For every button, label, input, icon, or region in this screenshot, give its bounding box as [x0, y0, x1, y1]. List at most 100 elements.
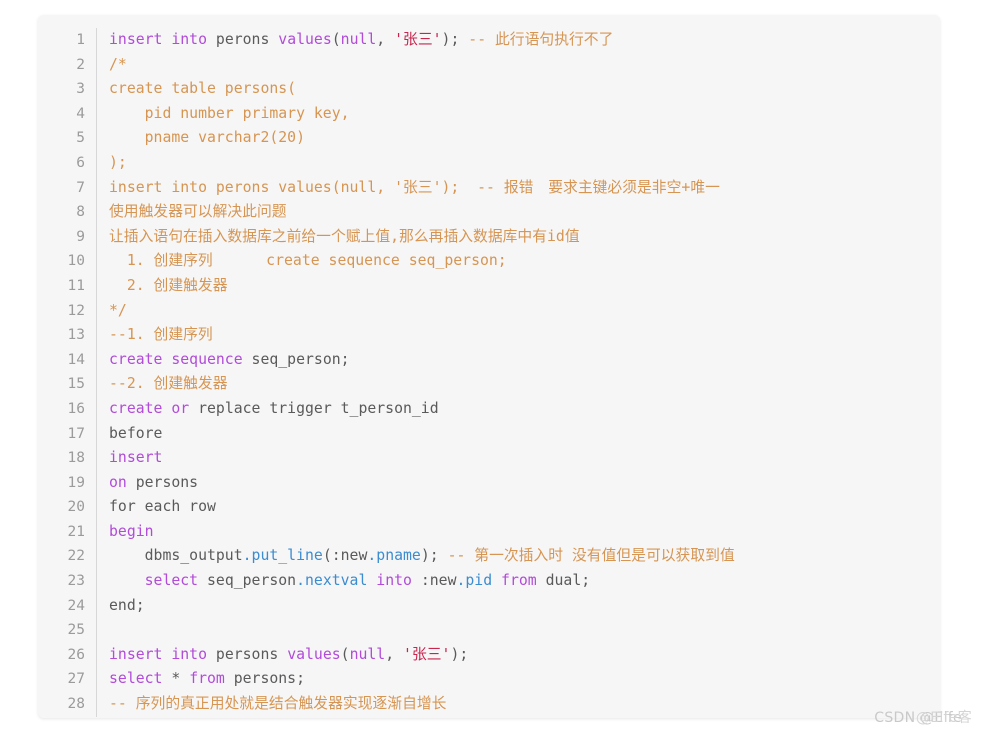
- code-line: 5 pname varchar2(20): [38, 126, 940, 151]
- code-line: 27 select * from persons;: [38, 667, 940, 693]
- line-number: 18: [38, 446, 97, 471]
- code-token-kw: insert: [109, 449, 163, 467]
- code-line: 22 dbms_output.put_line(:new.pname); -- …: [38, 544, 940, 570]
- code-line-text[interactable]: for each row: [97, 495, 940, 520]
- code-line-text[interactable]: dbms_output.put_line(:new.pname); -- 第一次…: [97, 544, 940, 569]
- code-line: 23 select seq_person.nextval into :new.p…: [38, 569, 940, 594]
- code-token-ident: dual: [536, 572, 582, 590]
- code-token-ident: replace trigger t_person_id: [189, 399, 439, 417]
- code-token-ident: persons: [224, 670, 297, 688]
- line-number: 23: [38, 569, 97, 594]
- code-token-ident: for each row: [109, 498, 216, 516]
- code-token-ident: before: [109, 424, 163, 442]
- code-token-kw: create or: [109, 399, 190, 417]
- code-line-text[interactable]: 使用触发器可以解决此问题: [97, 200, 940, 225]
- code-line: 11 2. 创建触发器: [38, 273, 940, 299]
- code-line: 20 for each row: [38, 495, 940, 520]
- line-number: 12: [38, 298, 97, 324]
- watermark-overlay-text: @Elfe客: [915, 710, 972, 726]
- line-number: 25: [38, 618, 97, 643]
- code-line-text[interactable]: insert: [97, 446, 940, 471]
- line-number: 17: [38, 421, 97, 447]
- code-token-punc: );: [420, 547, 448, 565]
- line-number: 7: [38, 175, 97, 201]
- code-line: 28 -- 序列的真正用处就是结合触发器实现逐渐自增长: [38, 692, 940, 717]
- code-token-cmt: -- 此行语句执行不了: [468, 31, 614, 48]
- code-token-cmt: create table persons(: [109, 80, 297, 98]
- code-token-cmt: 2. 创建触发器: [109, 276, 228, 294]
- code-line-text[interactable]: create table persons(: [97, 77, 940, 102]
- code-line-text[interactable]: pid number primary key,: [97, 102, 940, 127]
- code-line-text[interactable]: select seq_person.nextval into :new.pid …: [97, 569, 940, 594]
- code-line-text[interactable]: begin: [97, 520, 940, 545]
- code-line-text[interactable]: insert into persons values(null, '张三');: [97, 643, 940, 668]
- code-line-text[interactable]: 2. 创建触发器: [97, 274, 940, 299]
- code-line-text[interactable]: end;: [97, 594, 940, 619]
- code-line-text[interactable]: 让插入语句在插入数据库之前给一个赋上值,那么再插入数据库中有id值: [97, 225, 940, 250]
- code-line-text[interactable]: -- 序列的真正用处就是结合触发器实现逐渐自增长: [97, 692, 940, 717]
- code-token-cmt: --1. 创建序列: [109, 326, 213, 344]
- code-token-punc: (: [340, 645, 350, 663]
- code-token-cmt: */: [109, 301, 127, 319]
- code-line-text[interactable]: create or replace trigger t_person_id: [97, 397, 940, 422]
- line-number: 15: [38, 372, 97, 397]
- line-number: 5: [38, 126, 97, 151]
- code-line: 21 begin: [38, 519, 940, 545]
- code-line-text[interactable]: create sequence seq_person;: [97, 348, 940, 373]
- code-token-kw: values: [287, 645, 341, 663]
- code-line-text[interactable]: /*: [97, 53, 940, 78]
- code-token-kw: insert into: [109, 645, 207, 663]
- code-token-ident: persons: [207, 645, 288, 663]
- code-token-kw: select: [109, 670, 163, 688]
- code-token-kw: null: [340, 31, 377, 48]
- code-line: 3 create table persons(: [38, 77, 940, 102]
- code-token-punc: [367, 572, 376, 589]
- line-number: 1: [38, 28, 97, 53]
- code-token-ident: seq_person: [198, 572, 297, 590]
- code-token-punc: ,: [385, 645, 404, 663]
- code-token-cmt: --2. 创建触发器: [109, 375, 228, 393]
- code-block: 1 insert into perons values(null, '张三'); …: [38, 15, 940, 718]
- code-line: 7 insert into perons values(null, '张三'); …: [38, 175, 940, 201]
- code-line: 1 insert into perons values(null, '张三'); …: [38, 28, 940, 53]
- code-token-cmt: insert into perons values(null, '张三'); -…: [109, 178, 720, 196]
- code-line-text[interactable]: 1. 创建序列 create sequence seq_person;: [97, 249, 940, 274]
- line-number: 16: [38, 396, 97, 422]
- code-token-fn: .pname: [367, 547, 421, 565]
- line-number: 20: [38, 495, 97, 520]
- code-line-text[interactable]: --2. 创建触发器: [97, 372, 940, 397]
- code-line: 8 使用触发器可以解决此问题: [38, 200, 940, 225]
- code-line: 4 pid number primary key,: [38, 101, 940, 127]
- line-number: 4: [38, 101, 97, 127]
- code-token-cmt: pname varchar2(20): [109, 129, 305, 147]
- code-token-kw: create sequence: [109, 350, 243, 368]
- line-number: 28: [38, 692, 97, 717]
- code-line-text[interactable]: --1. 创建序列: [97, 323, 940, 348]
- code-token-cmt: pid number primary key,: [109, 104, 350, 122]
- line-number: 27: [38, 667, 97, 693]
- code-token-ident: end;: [109, 596, 145, 614]
- line-number: 14: [38, 347, 97, 373]
- code-token-fn: .pid: [456, 572, 493, 590]
- code-line-text[interactable]: */: [97, 299, 940, 324]
- code-line: 9 让插入语句在插入数据库之前给一个赋上值,那么再插入数据库中有id值: [38, 224, 940, 250]
- code-token-punc: (: [331, 31, 341, 48]
- code-line: 26 insert into persons values(null, '张三')…: [38, 642, 940, 668]
- code-line-text[interactable]: insert into perons values(null, '张三'); -…: [97, 176, 940, 201]
- code-token-punc: ;: [581, 572, 591, 590]
- code-line-text[interactable]: );: [97, 151, 940, 176]
- line-number: 22: [38, 544, 97, 570]
- page-root: 1 insert into perons values(null, '张三'); …: [0, 0, 981, 735]
- code-line: 10 1. 创建序列 create sequence seq_person;: [38, 249, 940, 274]
- code-line-text[interactable]: on persons: [97, 471, 940, 496]
- code-token-ident: dbms_output: [109, 547, 243, 565]
- line-number: 26: [38, 642, 97, 668]
- code-token-punc: ;: [296, 670, 306, 688]
- code-line-text[interactable]: insert into perons values(null, '张三'); -…: [97, 28, 940, 53]
- code-line-text[interactable]: select * from persons;: [97, 667, 940, 692]
- line-number: 2: [38, 52, 97, 78]
- code-token-kw: on: [109, 473, 127, 491]
- code-line-text[interactable]: before: [97, 422, 940, 447]
- code-line-text[interactable]: pname varchar2(20): [97, 126, 940, 151]
- line-number: 19: [38, 470, 97, 496]
